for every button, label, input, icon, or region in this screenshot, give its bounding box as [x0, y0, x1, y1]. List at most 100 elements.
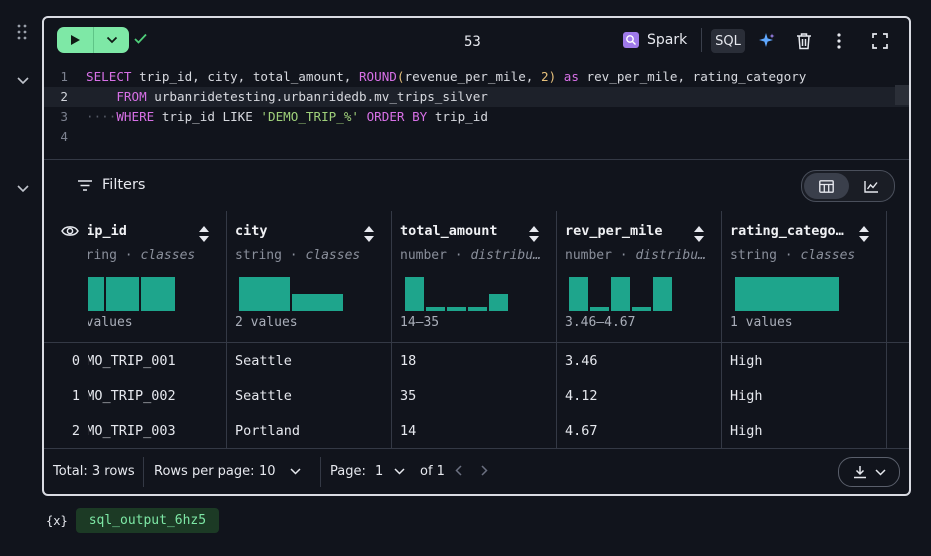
view-toggle [801, 170, 895, 202]
ai-sparkle-icon[interactable] [758, 32, 776, 50]
table-cell: 3.46 [565, 353, 598, 369]
column-rating-category: rating_catego… string · classes 1 values… [721, 211, 887, 448]
column-histogram [400, 273, 540, 311]
footer-divider [320, 457, 321, 487]
column-histogram [235, 273, 375, 311]
sort-icon[interactable] [692, 223, 706, 245]
language-label: Spark [647, 32, 688, 48]
table-cell: High [730, 388, 763, 404]
delete-trash-icon[interactable] [795, 32, 813, 50]
column-rev-per-mile: rev_per_mile number · distribu… 3.46—4.6… [556, 211, 722, 448]
next-page-chevron-icon[interactable] [481, 465, 488, 480]
table-view-button[interactable] [804, 173, 849, 199]
column-summary: 14—35 [400, 315, 440, 330]
notebook-cell: 53 Spark SQL 1 SELECT trip_id, city, tot… [42, 16, 911, 496]
column-header-name[interactable]: total_amount [400, 223, 498, 239]
play-icon [71, 35, 80, 45]
table-cell: DEMO_TRIP_002 [88, 388, 176, 404]
histogram-bar [106, 277, 139, 311]
code-text: ····WHERE trip_id LIKE 'DEMO_TRIP_%' ORD… [86, 109, 488, 124]
histogram-bar [88, 277, 104, 311]
output-variable-name[interactable]: sql_output_6hz5 [75, 508, 220, 533]
table-cell: Seattle [235, 388, 292, 404]
prev-page-chevron-icon[interactable] [455, 465, 462, 480]
chevron-down-icon [394, 468, 405, 475]
rows-per-page-value: 10 [259, 464, 276, 479]
cell-toolbar: 53 Spark SQL [44, 18, 909, 68]
table-footer: Total: 3 rows Rows per page: 10 Page: 1 … [44, 448, 909, 494]
filters-button[interactable]: Filters [78, 177, 145, 193]
code-line: 4 [44, 127, 909, 147]
code-text: FROM urbanridetesting.urbanridedb.mv_tri… [116, 89, 488, 104]
language-selector[interactable]: Spark [623, 32, 687, 48]
drag-handle-icon[interactable] [17, 24, 27, 44]
column-histogram [565, 273, 705, 311]
collapse-output-chevron-icon[interactable] [16, 182, 30, 198]
histogram-bar [632, 307, 651, 311]
chart-view-button[interactable] [850, 173, 892, 199]
editor-scrollbar[interactable] [895, 85, 909, 105]
column-meta: string · classes [730, 248, 856, 263]
filters-label: Filters [102, 177, 146, 193]
chart-icon [863, 180, 878, 193]
total-rows: Total: 3 rows [53, 464, 135, 479]
code-line-active: 2 FROM urbanridetesting.urbanridedb.mv_t… [44, 87, 909, 107]
column-histogram [730, 273, 870, 311]
histogram-bar [141, 277, 175, 311]
page-select[interactable]: 1 [375, 464, 405, 479]
column-header-name[interactable]: rev_per_mile [565, 223, 663, 239]
row-index: 1 [71, 388, 80, 404]
output-variable[interactable]: {x} sql_output_6hz5 [46, 508, 220, 533]
line-number: 4 [60, 129, 68, 144]
rows-per-page-label: Rows per page: [154, 464, 255, 479]
column-trip-id: trip_id string · classes 3 values DEMO_T… [88, 211, 227, 448]
sort-icon[interactable] [857, 223, 871, 245]
download-button[interactable] [838, 457, 900, 487]
editor-output-divider [44, 159, 909, 160]
toolbar-divider [701, 28, 702, 52]
column-header-name[interactable]: trip_id [88, 223, 127, 239]
fullscreen-icon[interactable] [871, 32, 889, 50]
table-icon [819, 179, 834, 193]
table-cell: DEMO_TRIP_003 [88, 423, 176, 439]
page-label: Page: [330, 464, 366, 479]
table-cell: Portland [235, 423, 301, 439]
histogram-bar [611, 277, 630, 311]
line-number: 2 [60, 89, 68, 104]
sort-icon[interactable] [527, 223, 541, 245]
histogram-bar [569, 277, 588, 311]
run-success-check-icon [134, 32, 147, 48]
column-header-name[interactable]: rating_catego… [730, 223, 844, 239]
table-cell: 35 [400, 388, 417, 404]
spark-icon [623, 32, 639, 48]
column-meta: number · distribu… [400, 248, 541, 263]
column-meta: string · classes [235, 248, 361, 263]
column-summary: 3 values [88, 315, 133, 330]
column-visibility-eye-icon[interactable] [61, 223, 79, 242]
table-cell: 4.67 [565, 423, 598, 439]
sql-mode-button[interactable]: SQL [711, 29, 745, 53]
column-header-name[interactable]: city [235, 223, 268, 239]
more-options-icon[interactable] [830, 32, 848, 50]
histogram-bar [405, 277, 424, 311]
run-button[interactable] [57, 27, 94, 53]
run-button-group [57, 27, 129, 53]
page-value: 1 [375, 464, 384, 479]
line-number: 3 [60, 109, 68, 124]
table-cell: 18 [400, 353, 417, 369]
sort-icon[interactable] [362, 223, 376, 245]
code-editor[interactable]: 1 SELECT trip_id, city, total_amount, RO… [44, 68, 909, 160]
histogram-bar [735, 277, 839, 311]
histogram-bar [590, 307, 609, 311]
code-line: 1 SELECT trip_id, city, total_amount, RO… [44, 67, 909, 87]
run-options-dropdown[interactable] [94, 27, 129, 53]
column-city: city string · classes 2 values Seattle S… [226, 211, 392, 448]
row-index: 2 [71, 423, 80, 439]
table-cell: 4.12 [565, 388, 598, 404]
collapse-code-chevron-icon[interactable] [16, 74, 30, 90]
sort-icon[interactable] [197, 223, 211, 245]
chevron-down-icon [874, 468, 886, 476]
table-cell: 14 [400, 423, 417, 439]
rows-per-page-select[interactable]: 10 [259, 464, 301, 479]
histogram-bar [468, 307, 487, 311]
